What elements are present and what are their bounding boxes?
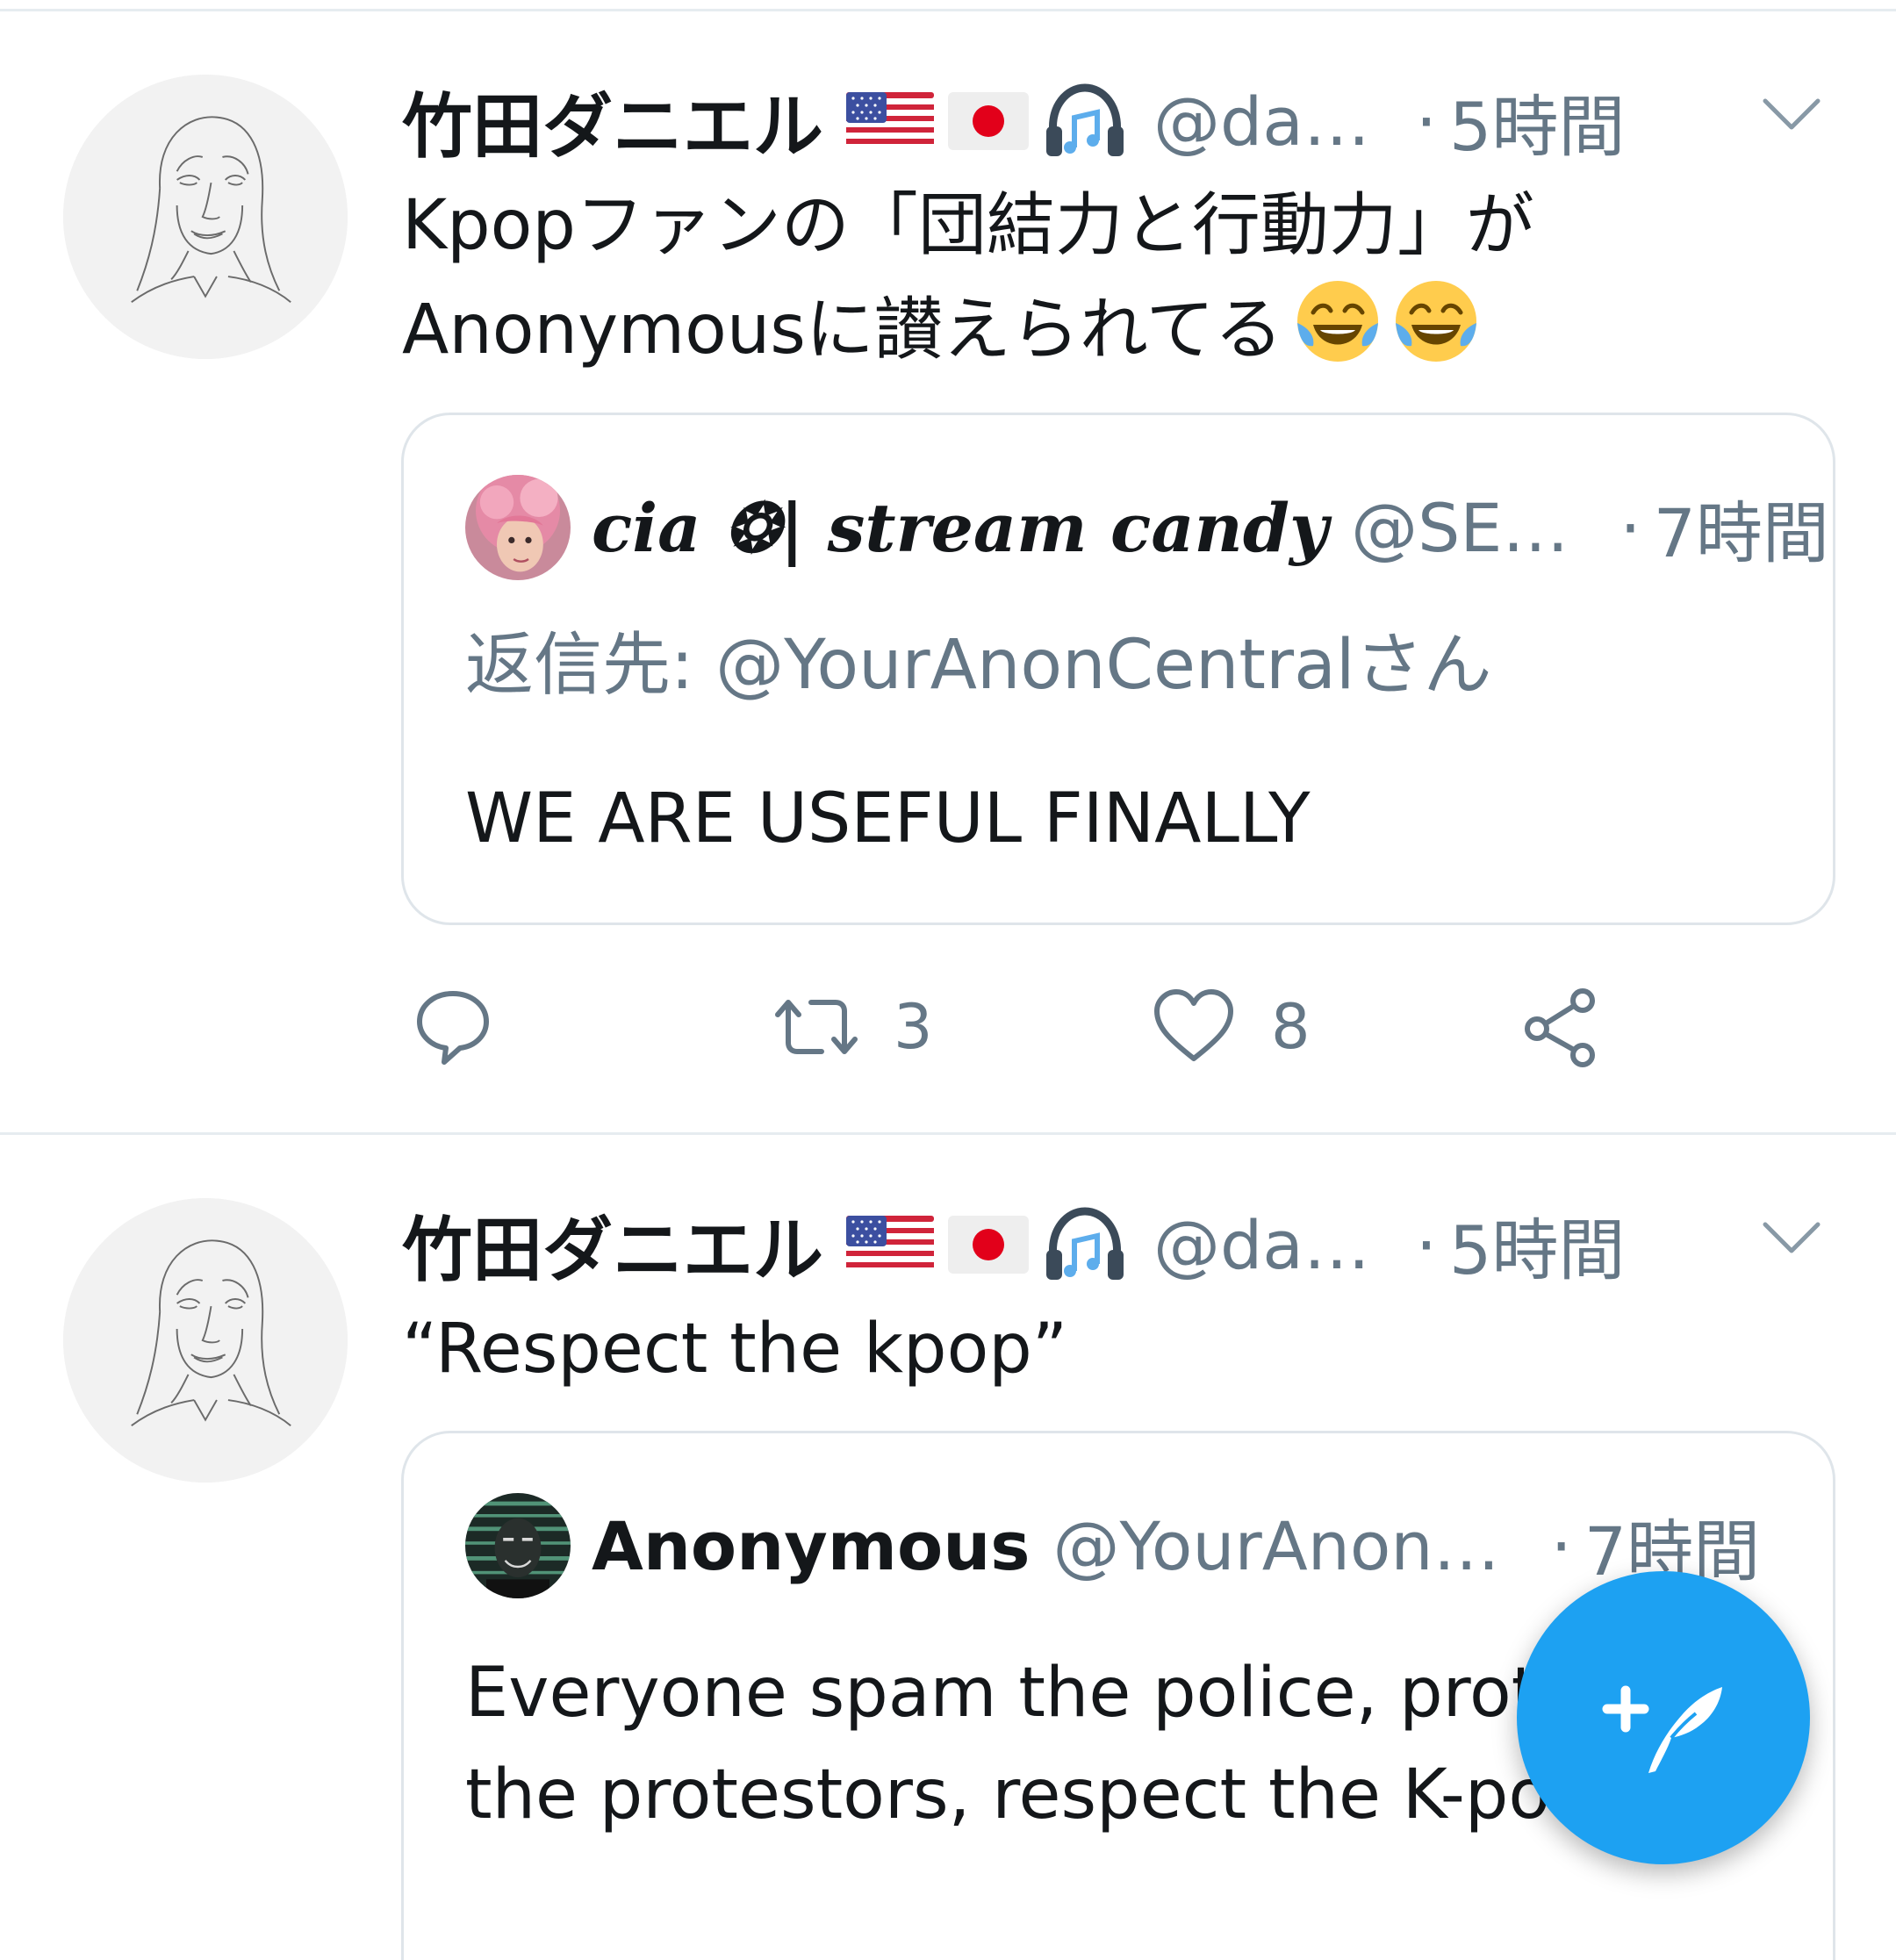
tweet-time[interactable]: 5時間 [1449, 1196, 1625, 1293]
tweet-actions: 3 8 [0, 983, 1896, 1071]
quoted-tweet-text: WE ARE USEFUL FINALLY [465, 779, 1311, 858]
retweet-count: 3 [894, 991, 933, 1063]
like-button[interactable]: 8 [1152, 983, 1311, 1071]
tweet-time[interactable]: 5時間 [1449, 73, 1625, 169]
quoted-author-handle[interactable]: @SE… [1351, 489, 1569, 567]
tweet-text-line: Anonymousに讃えられてる [402, 277, 1534, 382]
us-flag-icon [846, 92, 934, 150]
quoted-tweet-time: 7時間 [1653, 494, 1829, 572]
quoted-tweet-header: Anonymous @YourAnon… · 7時間 [465, 1493, 1760, 1598]
share-button[interactable] [1521, 983, 1605, 1071]
quoted-author-handle[interactable]: @YourAnon… [1053, 1507, 1500, 1585]
reply-button[interactable] [411, 983, 530, 1071]
top-divider [0, 9, 1896, 11]
author-handle[interactable]: @da… [1153, 83, 1370, 161]
tweet-text-line-content: Anonymousに讃えられてる [402, 291, 1283, 370]
headphones-icon [1046, 83, 1124, 156]
quoted-author-avatar[interactable] [465, 1493, 571, 1598]
compose-tweet-icon [1602, 1685, 1722, 1773]
author-avatar[interactable] [63, 1198, 348, 1483]
tweet-text: “Respect the kpop” [402, 1310, 1068, 1389]
sketch-portrait-icon [63, 1198, 348, 1483]
author-handle[interactable]: @da… [1153, 1206, 1370, 1284]
quoted-author-name[interactable]: Anonymous [592, 1507, 1031, 1585]
face-with-tears-of-joy-icon [1395, 281, 1476, 362]
quoted-tweet-text: Everyone spam the police, prot the prote… [465, 1642, 1550, 1846]
reply-icon [417, 991, 489, 1065]
tweet-header: 竹田ダニエル @da… · 5時間 [402, 1201, 1625, 1292]
quoted-tweet-text-line: Everyone spam the police, prot [465, 1654, 1539, 1733]
tweet-text: Kpopファンの「団結力と行動力」が Anonymousに讃えられてる [402, 174, 1534, 382]
japan-flag-icon [948, 1216, 1029, 1274]
tweet-header: 竹田ダニエル @da… · 5時間 [402, 77, 1625, 169]
author-name[interactable]: 竹田ダニエル [402, 70, 823, 172]
like-count: 8 [1271, 991, 1311, 1063]
share-icon [1525, 988, 1595, 1067]
headphones-icon [1046, 1207, 1124, 1280]
quoted-tweet[interactable]: cia ❂| stream candy @SE… · 7時間 返信先: @You… [401, 413, 1835, 925]
avatar-photo-icon [465, 475, 571, 580]
author-avatar[interactable] [63, 75, 348, 359]
separator-dot: · [1415, 1205, 1437, 1284]
retweet-icon [775, 1000, 858, 1054]
sketch-portrait-icon [63, 75, 348, 359]
avatar-photo-icon [465, 1493, 571, 1598]
compose-tweet-button[interactable] [1517, 1571, 1810, 1864]
separator-dot: · [1550, 1506, 1572, 1585]
face-with-tears-of-joy-icon [1296, 281, 1378, 362]
chevron-down-icon[interactable] [1760, 92, 1823, 136]
quoted-tweet-header: cia ❂| stream candy @SE… · 7時間 [465, 475, 1829, 580]
quoted-author-avatar[interactable] [465, 475, 571, 580]
heart-icon [1154, 989, 1233, 1061]
japan-flag-icon [948, 92, 1029, 150]
retweet-button[interactable]: 3 [774, 983, 933, 1071]
tweet-text-line: Kpopファンの「団結力と行動力」が [402, 186, 1534, 265]
us-flag-icon [846, 1216, 934, 1274]
separator-dot: · [1415, 82, 1437, 161]
separator-dot: · [1620, 488, 1641, 567]
chevron-down-icon[interactable] [1760, 1216, 1823, 1260]
tweet-divider [0, 1132, 1896, 1135]
quoted-tweet-text-line: the protestors, respect the K-po [465, 1755, 1551, 1834]
quoted-author-name[interactable]: cia ❂| stream candy [592, 489, 1328, 567]
author-name[interactable]: 竹田ダニエル [402, 1194, 823, 1296]
reply-to-line[interactable]: 返信先: @YourAnonCentralさん [465, 610, 1492, 708]
